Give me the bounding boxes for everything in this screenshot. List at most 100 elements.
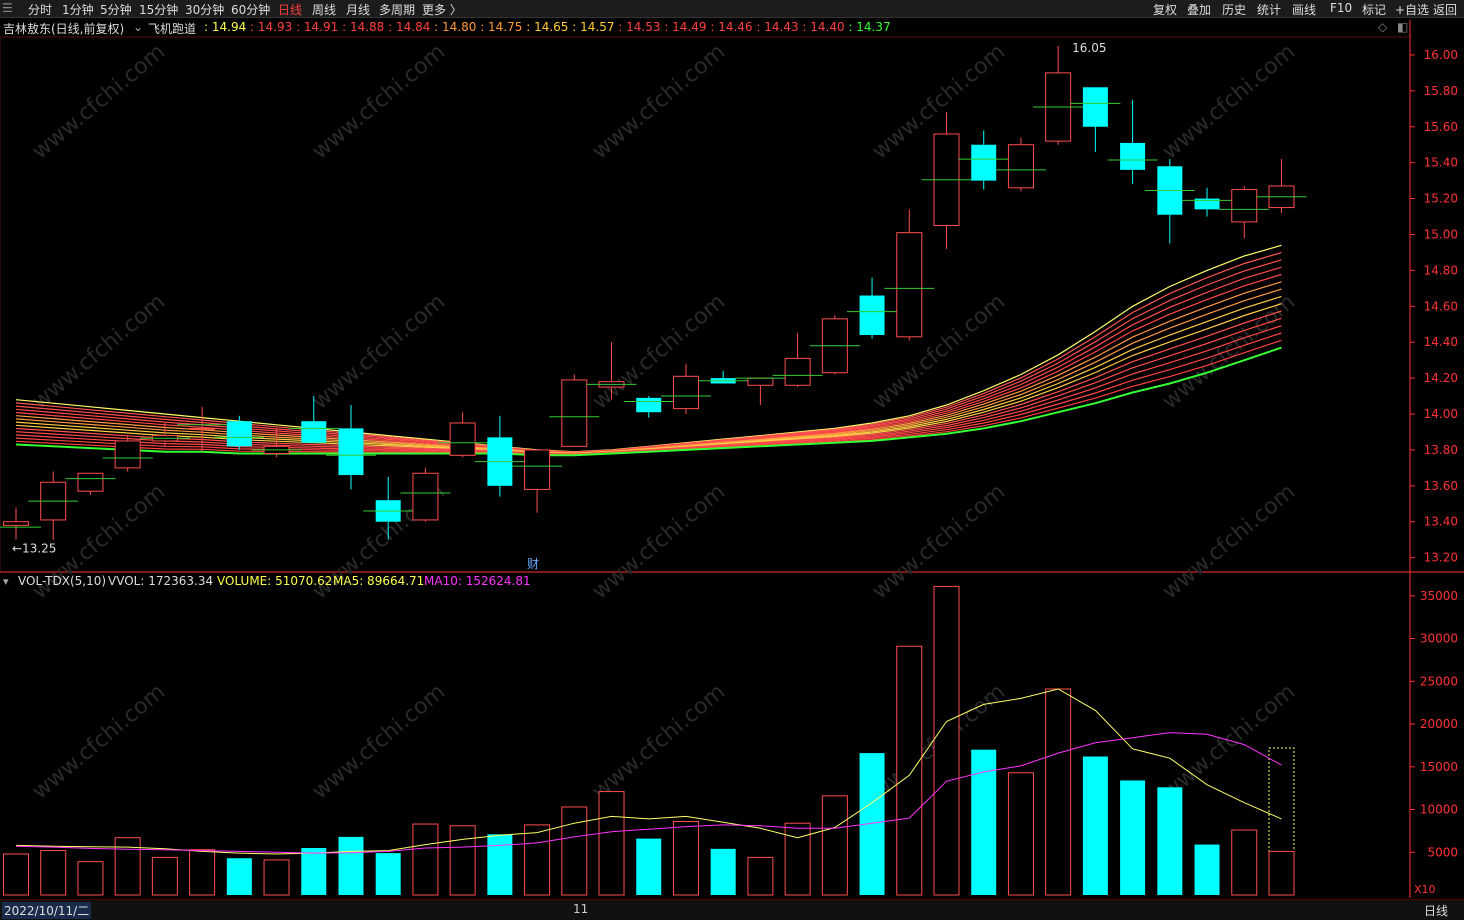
volume-bar-up: [821, 795, 848, 896]
candle-body-down: [226, 421, 252, 447]
price-tick-label: 14.20: [1424, 371, 1458, 385]
volume-tick-label: 35000: [1420, 589, 1458, 603]
price-tick-label: 15.00: [1424, 227, 1458, 241]
volume-bar-down: [710, 848, 736, 895]
candle-body-up: [561, 379, 588, 447]
candle-body-down: [971, 144, 997, 181]
watermark-text: www.cfchi.com: [1158, 679, 1300, 804]
candle-body-up: [524, 449, 551, 490]
candle-body-up: [189, 427, 216, 430]
volume-bar-up: [114, 837, 141, 896]
volume-bar-up: [561, 806, 588, 896]
candle-body-down: [301, 421, 327, 443]
volume-bar-down: [1157, 787, 1183, 895]
price-tick-label: 13.40: [1424, 515, 1458, 529]
price-tick-label: 15.60: [1424, 120, 1458, 134]
candle-body-up: [412, 472, 439, 521]
volume-bar-up: [896, 645, 923, 896]
candle-body-up: [896, 232, 923, 338]
watermark-text: www.cfchi.com: [28, 39, 170, 164]
candle-body-down: [859, 295, 885, 336]
price-tick-label: 16.00: [1424, 48, 1458, 62]
watermark-text: www.cfchi.com: [308, 39, 450, 164]
volume-bar-up: [784, 822, 811, 896]
volume-bar-down: [226, 858, 252, 895]
kline-chart[interactable]: www.cfchi.com www.cfchi.com www.cfchi.com w…: [0, 0, 1464, 919]
watermark-text: www.cfchi.com: [28, 679, 170, 804]
price-tick-label: 15.20: [1424, 192, 1458, 206]
volume-bar-up: [189, 849, 216, 896]
candle-body-up: [3, 521, 29, 526]
volume-bar-up: [151, 856, 178, 896]
price-tick-label: 14.40: [1424, 335, 1458, 349]
watermark-text: www.cfchi.com: [28, 289, 170, 414]
high-price-label: 16.05: [1072, 41, 1106, 55]
volume-tick-label: 5000: [1427, 845, 1458, 859]
watermark-text: www.cfchi.com: [588, 39, 730, 164]
volume-info-text: VVOL: 172363.34: [108, 574, 213, 588]
volume-tick-label: 20000: [1420, 717, 1458, 731]
vol-dropdown-icon: ▾: [3, 575, 9, 588]
scale-x10-label: X10: [1414, 883, 1436, 896]
low-price-label: ←13.25: [12, 542, 56, 556]
volume-tick-label: 25000: [1420, 674, 1458, 688]
candle-body-down: [338, 428, 364, 476]
volume-bar-down: [487, 834, 513, 895]
watermark-text: www.cfchi.com: [308, 679, 450, 804]
price-tick-label: 13.60: [1424, 479, 1458, 493]
price-tick-label: 15.80: [1424, 84, 1458, 98]
watermark-text: www.cfchi.com: [1158, 289, 1300, 414]
watermark-text: www.cfchi.com: [588, 479, 730, 604]
candle-body-down: [1120, 142, 1146, 170]
volume-bar-down: [1082, 756, 1108, 895]
volume-tick-label: 30000: [1420, 632, 1458, 646]
volume-bar-up: [412, 823, 439, 896]
volume-bar-down: [375, 853, 401, 895]
period-label: 日线: [1424, 904, 1449, 918]
candle-body-up: [449, 422, 476, 456]
candle-body-up: [77, 472, 104, 492]
price-tick-label: 14.60: [1424, 299, 1458, 313]
volume-bar-up: [40, 850, 67, 896]
volume-bar-up: [1007, 772, 1034, 896]
watermark-text: www.cfchi.com: [868, 289, 1010, 414]
cursor-date: 2022/10/11/二: [2, 902, 92, 919]
price-tick-label: 15.40: [1424, 156, 1458, 170]
finance-marker: 财: [527, 557, 539, 571]
candle-body-up: [784, 357, 811, 386]
watermark-text: www.cfchi.com: [588, 679, 730, 804]
volume-bar-down: [338, 836, 364, 895]
price-tick-label: 13.80: [1424, 443, 1458, 457]
volume-bar-up: [77, 861, 104, 896]
volume-bar-up: [1045, 688, 1072, 896]
price-tick-label: 14.00: [1424, 407, 1458, 421]
volume-info-text: MA10: 152624.81: [424, 574, 531, 588]
volume-tick-label: 15000: [1420, 760, 1458, 774]
volume-bar-up: [524, 824, 551, 896]
volume-bar-up: [1231, 829, 1258, 896]
price-tick-label: 13.20: [1424, 551, 1458, 565]
volume-info-text: MA5: 89664.71: [333, 574, 424, 588]
date-axis-bar: 2022/10/11/二 11 日线: [0, 899, 1464, 920]
volume-bar-down: [1120, 780, 1146, 895]
watermark-text: www.cfchi.com: [308, 289, 450, 414]
candle-body-down: [1082, 87, 1108, 127]
volume-info-text: VOLUME: 51070.62: [217, 574, 332, 588]
volume-info-text: VOL-TDX(5,10): [18, 574, 106, 588]
candle-body-up: [1007, 144, 1034, 189]
volume-bar-down: [1194, 844, 1220, 895]
volume-bar-down: [636, 838, 662, 895]
volume-bar-up: [3, 853, 29, 896]
volume-bar-up: [933, 585, 960, 896]
volume-bar-up: [263, 859, 290, 896]
volume-tick-label: 10000: [1420, 803, 1458, 817]
volume-bar-down: [301, 847, 327, 895]
watermark-text: www.cfchi.com: [868, 479, 1010, 604]
month-label: 11: [573, 902, 589, 916]
watermark-text: www.cfchi.com: [1158, 479, 1300, 604]
candle-body-up: [747, 377, 774, 386]
volume-bar-up: [598, 791, 625, 896]
candle-body-up: [1231, 189, 1258, 223]
candle-body-down: [636, 397, 662, 413]
volume-bar-up: [747, 856, 774, 896]
